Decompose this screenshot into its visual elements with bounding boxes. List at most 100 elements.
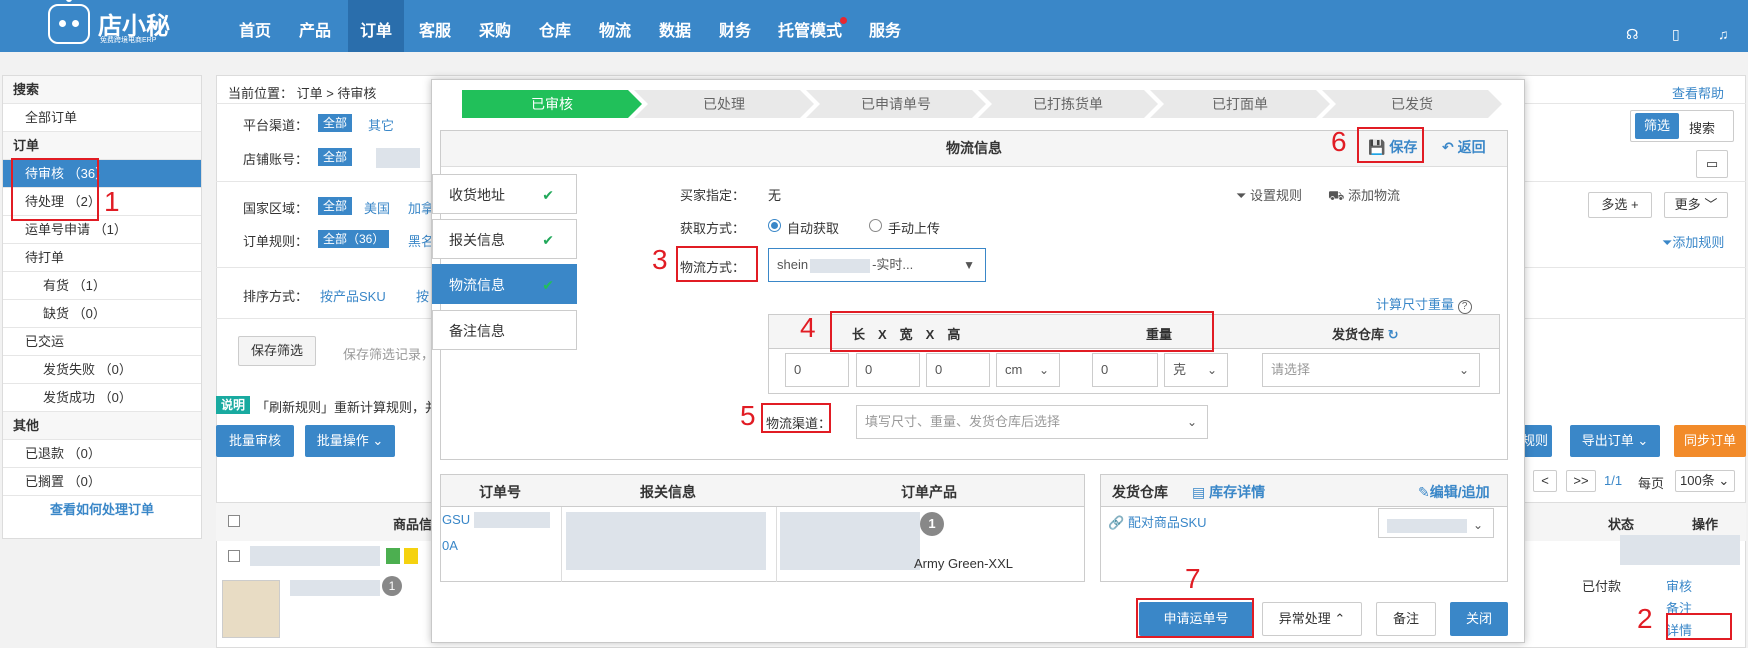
book-icon[interactable]: ▯ [1672,26,1680,43]
tab-notes[interactable]: 备注信息 [432,310,577,350]
more-button[interactable]: 更多 ﹀ [1664,192,1728,218]
sort-more-link[interactable]: 按 [416,286,429,305]
order-no-suffix[interactable]: 0A [442,538,458,553]
warehouse-head-label: 发货仓库 [1332,327,1385,342]
nav-services[interactable]: 服务 [860,0,910,52]
sidebar-item-delivered[interactable]: 已交运 [3,328,201,356]
export-orders-button[interactable]: 导出订单 ⌄ [1570,425,1660,457]
order-no-link[interactable]: GSU [442,512,470,527]
back-button[interactable]: ↶ 返回 [1442,137,1486,157]
robot-logo-icon[interactable] [48,4,90,44]
channel-select[interactable]: 填写尺寸、重量、发货仓库后选择 ⌄ [856,405,1208,439]
sidebar-item-to-print[interactable]: 待打单 [3,244,201,272]
tab-logistics[interactable]: 物流信息 ✔ [432,264,577,304]
step-reviewed: 已审核 [462,90,642,118]
width-input[interactable]: 0 [856,353,920,387]
headset-icon[interactable]: ☊ [1626,26,1638,43]
sidebar-head-orders: 订单 [3,132,201,160]
length-input[interactable]: 0 [785,353,849,387]
nav-logistics[interactable]: 物流 [590,0,640,52]
sidebar-head-search: 搜索 [3,76,201,104]
country-all-tag[interactable]: 全部 [318,197,353,215]
sidebar-item-in-stock[interactable]: 有货 （1） [3,272,201,300]
tab-customs[interactable]: 报关信息 ✔ [432,219,577,259]
layout-icon[interactable]: ▭ [1696,150,1728,178]
edit-add-label: 编辑/追加 [1429,484,1490,500]
row-checkbox[interactable] [228,550,240,562]
bell-icon[interactable]: ♫ [1718,26,1729,42]
blurred-order-no [474,512,550,528]
sidebar-item-shelved[interactable]: 已搁置 （0） [3,468,201,496]
chevron-down-icon: ⌄ [1458,363,1469,377]
nav-finance[interactable]: 财务 [710,0,760,52]
annotation-number-1: 1 [104,186,120,217]
nav-service[interactable]: 客服 [410,0,460,52]
col-customs: 报关信息 [640,484,696,500]
page-last-button[interactable]: >> [1566,470,1596,492]
sidebar-item-all-orders[interactable]: 全部订单 [3,104,201,132]
link-icon: 🔗 [1108,515,1125,530]
weight-unit-select[interactable]: 克 ⌄ [1164,353,1228,387]
platform-other-link[interactable]: 其它 [368,115,394,134]
height-input[interactable]: 0 [926,353,990,387]
sort-sku-link[interactable]: 按产品SKU [320,286,386,305]
page-prev-button[interactable]: < [1533,470,1557,492]
stock-detail-link[interactable]: ▤ 库存详情 [1192,482,1265,502]
logistics-method-select[interactable]: shein -实时... ▼ [768,248,986,282]
nav-products[interactable]: 产品 [290,0,340,52]
sync-orders-button[interactable]: 同步订单 [1674,425,1746,457]
nav-data[interactable]: 数据 [650,0,700,52]
tab-customs-label: 报关信息 [449,232,505,248]
sidebar-howto-link[interactable]: 查看如何处理订单 [3,496,201,524]
note-button[interactable]: 备注 [1376,602,1436,636]
warehouse-row-select[interactable]: ⌄ [1378,508,1494,538]
product-variant: Army Green-XXL [914,556,1013,571]
add-logistics-link[interactable]: ⛟ 添加物流 [1328,185,1400,206]
radio-manual[interactable] [869,219,882,232]
unit-select[interactable]: cm ⌄ [996,353,1060,387]
radio-auto[interactable] [768,219,781,232]
select-all-checkbox[interactable] [228,515,240,527]
exception-button[interactable]: 异常处理 ⌃ [1262,602,1362,636]
set-rule-link[interactable]: ⏷ 设置规则 [1236,185,1302,204]
filter-tab[interactable]: 筛选 [1635,113,1679,139]
help-link[interactable]: 查看帮助 [1672,83,1724,102]
per-page-select[interactable]: 100条 ⌄ [1675,470,1735,492]
save-filter-button[interactable]: 保存筛选 [238,336,316,366]
status-paid: 已付款 [1582,579,1622,594]
annotation-box-1 [11,158,99,221]
sidebar-item-out-stock[interactable]: 缺货 （0） [3,300,201,328]
action-review-link[interactable]: 审核 [1666,576,1692,595]
sort-label: 排序方式： [243,289,309,304]
add-rule-link[interactable]: ⏷添加规则 [1662,232,1724,251]
close-button[interactable]: 关闭 [1450,602,1508,636]
annotation-box-2 [1666,613,1732,640]
nav-purchase[interactable]: 采购 [470,0,520,52]
match-sku-link[interactable]: 🔗 配对商品SKU [1108,512,1207,531]
warehouse-select[interactable]: 请选择 ⌄ [1262,353,1480,387]
batch-review-button[interactable]: 批量审核 [216,425,294,457]
blurred-warehouse [1387,518,1467,533]
calc-weight-link[interactable]: 计算尺寸重量 ? [1376,294,1472,314]
sidebar-item-ship-ok[interactable]: 发货成功 （0） [3,384,201,412]
weight-input[interactable]: 0 [1092,353,1158,387]
multi-select-button[interactable]: 多选 + [1588,192,1652,218]
sidebar-item-refunded[interactable]: 已退款 （0） [3,440,201,468]
sidebar-item-ship-fail[interactable]: 发货失败 （0） [3,356,201,384]
col-order-product: 订单产品 [901,484,957,500]
nav-managed-mode[interactable]: 托管模式 [770,0,850,52]
search-tab[interactable]: 搜索 [1689,118,1715,137]
rule-all-tag[interactable]: 全部（36） [318,230,390,248]
tab-address[interactable]: 收货地址 ✔ [432,174,577,214]
batch-ops-button[interactable]: 批量操作 ⌄ [305,425,395,457]
product-thumbnail[interactable] [222,580,280,638]
nav-home[interactable]: 首页 [230,0,280,52]
refresh-icon[interactable]: ↻ [1388,327,1399,342]
country-us-link[interactable]: 美国 [364,198,390,217]
nav-warehouse[interactable]: 仓库 [530,0,580,52]
country-label: 国家区域： [243,201,309,216]
platform-all-tag[interactable]: 全部 [318,114,353,132]
edit-add-link[interactable]: ✎编辑/追加 [1418,482,1490,502]
nav-orders[interactable]: 订单 [348,0,404,52]
shop-all-tag[interactable]: 全部 [318,148,353,166]
